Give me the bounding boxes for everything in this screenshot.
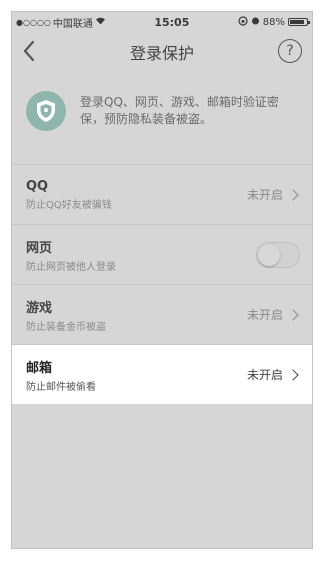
info-banner: 登录QQ、网页、游戏、邮箱时验证密保，预防隐私装备被盗。 — [12, 72, 312, 150]
chevron-left-icon — [23, 40, 35, 62]
web-protection-toggle[interactable] — [256, 241, 300, 268]
carrier-name: 中国联通 — [52, 18, 93, 30]
item-subtitle: 防止邮件被偷看 — [26, 381, 96, 393]
item-subtitle: 防止QQ好友被骗钱 — [26, 199, 112, 211]
help-button[interactable]: ? — [278, 39, 302, 63]
alarm-icon — [251, 16, 260, 28]
item-title: 邮箱 — [26, 360, 53, 376]
wifi-icon — [95, 16, 106, 28]
screen: ●○○○○ 中国联通 15:05 88% 登录保护 ? 登录QQ、网页、游戏、邮… — [11, 11, 313, 549]
protection-list: QQ 防止QQ好友被骗钱 未开启 网页 防止网页被他人登录 游戏 防止装备金币被… — [12, 164, 312, 404]
toggle-knob — [258, 243, 280, 266]
item-title: 游戏 — [26, 300, 53, 316]
item-status: 未开启 — [246, 308, 283, 322]
status-time: 15:05 — [154, 15, 190, 29]
chevron-right-icon — [287, 368, 299, 381]
signal-strength: ●○○○○ — [16, 17, 51, 27]
list-item-mail[interactable]: 邮箱 防止邮件被偷看 未开启 — [12, 344, 312, 404]
question-circle-icon: ? — [286, 43, 294, 59]
back-button[interactable] — [22, 40, 36, 66]
item-status: 未开启 — [246, 188, 283, 202]
list-item-qq[interactable]: QQ 防止QQ好友被骗钱 未开启 — [12, 164, 312, 224]
nav-bar: 登录保护 ? — [12, 32, 312, 72]
battery-percent: 88% — [262, 16, 285, 28]
status-bar: ●○○○○ 中国联通 15:05 88% — [12, 12, 312, 32]
item-title: QQ — [26, 178, 49, 194]
item-status: 未开启 — [246, 368, 283, 382]
rotation-lock-icon — [238, 15, 248, 29]
item-subtitle: 防止装备金币被盗 — [26, 321, 106, 333]
item-subtitle: 防止网页被他人登录 — [26, 261, 116, 273]
list-item-game[interactable]: 游戏 防止装备金币被盗 未开启 — [12, 284, 312, 344]
banner-text: 登录QQ、网页、游戏、邮箱时验证密保，预防隐私装备被盗。 — [80, 95, 279, 126]
battery-icon — [288, 18, 310, 26]
page-title: 登录保护 — [129, 44, 194, 63]
chevron-right-icon — [287, 308, 299, 321]
item-title: 网页 — [26, 240, 53, 256]
list-item-web: 网页 防止网页被他人登录 — [12, 224, 312, 284]
chevron-right-icon — [287, 188, 299, 201]
shield-icon — [26, 91, 66, 131]
